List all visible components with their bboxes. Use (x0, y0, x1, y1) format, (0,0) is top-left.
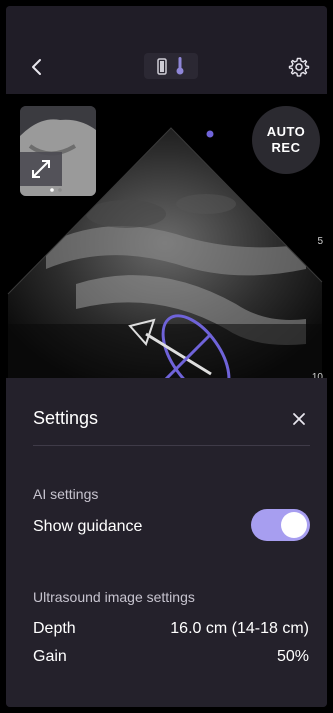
settings-title: Settings (33, 408, 99, 428)
settings-sheet: Settings AI settings Show guidance Ultra… (6, 378, 327, 707)
back-button[interactable] (24, 54, 50, 80)
probe-status (144, 53, 198, 79)
ultrasound-viewport[interactable]: AUTO REC 5 10 (6, 94, 327, 384)
thermometer-icon (176, 57, 184, 75)
gain-value: 50% (276, 648, 309, 665)
chevron-left-icon (32, 59, 41, 75)
gear-icon (288, 57, 310, 77)
app-screen: AUTO REC 5 10 Settings AI settings Show … (6, 6, 327, 707)
divider (33, 445, 310, 446)
close-icon (293, 413, 305, 425)
close-button[interactable] (290, 410, 308, 428)
ultrasound-settings-heading: Ultrasound image settings (33, 589, 195, 605)
gain-label: Gain (33, 648, 67, 665)
thumbnail-image (20, 106, 96, 196)
show-guidance-label: Show guidance (33, 518, 143, 535)
auto-rec-line1: AUTO (266, 124, 306, 139)
expand-icon (32, 160, 50, 178)
show-guidance-toggle[interactable] (251, 509, 310, 541)
battery-icon (157, 58, 167, 75)
auto-record-button[interactable]: AUTO REC (252, 106, 320, 174)
top-bar (6, 6, 327, 94)
ai-settings-heading: AI settings (33, 486, 99, 502)
depth-label: Depth (33, 620, 76, 637)
settings-button[interactable] (288, 56, 310, 78)
depth-tick-5: 5 (317, 236, 323, 247)
depth-value: 16.0 cm (14-18 cm) (170, 620, 309, 637)
auto-rec-line2: REC (271, 140, 301, 155)
probe-position-thumbnail[interactable] (20, 106, 96, 196)
toggle-knob (281, 512, 307, 538)
